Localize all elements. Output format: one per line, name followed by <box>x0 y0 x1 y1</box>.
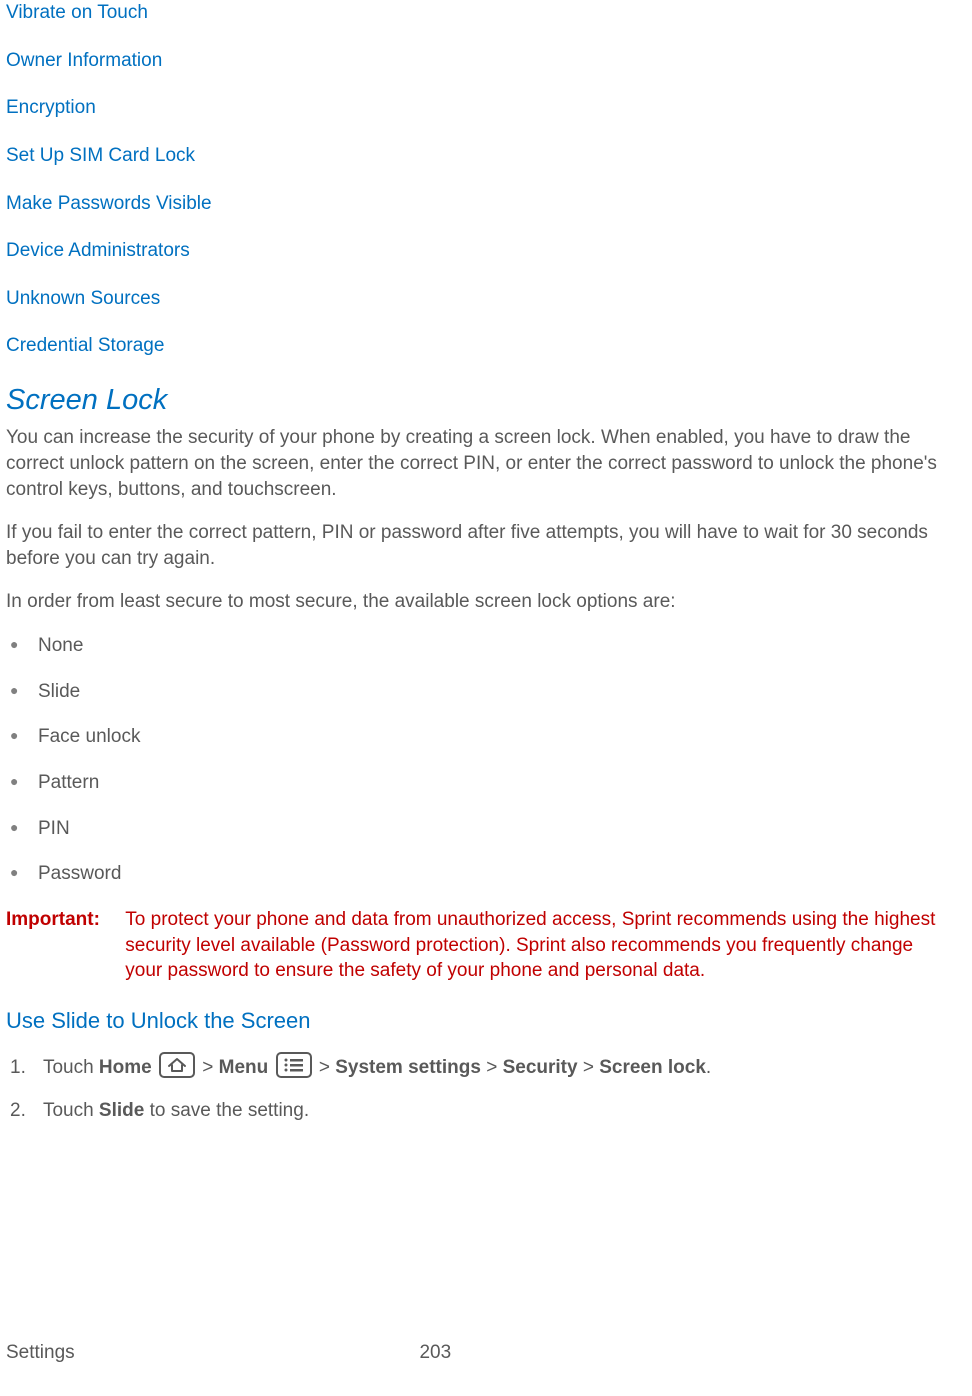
list-item: Password <box>38 861 966 887</box>
steps-list: Touch Home > Menu > System settings > Se… <box>6 1052 966 1124</box>
step1-menu: Menu <box>219 1057 269 1078</box>
section-heading-screen-lock: Screen Lock <box>6 381 966 420</box>
link-set-up-sim-card-lock[interactable]: Set Up SIM Card Lock <box>6 143 966 169</box>
link-make-passwords-visible[interactable]: Make Passwords Visible <box>6 191 966 217</box>
paragraph-2: If you fail to enter the correct pattern… <box>6 520 966 571</box>
list-item: Slide <box>38 679 966 705</box>
link-encryption[interactable]: Encryption <box>6 95 966 121</box>
lock-options-list: None Slide Face unlock Pattern PIN Passw… <box>6 633 966 887</box>
paragraph-1: You can increase the security of your ph… <box>6 425 966 502</box>
step1-gt2: > <box>319 1057 335 1078</box>
link-unknown-sources[interactable]: Unknown Sources <box>6 286 966 312</box>
menu-icon <box>276 1052 312 1078</box>
step1-period: . <box>706 1057 711 1078</box>
list-item: None <box>38 633 966 659</box>
footer-page-number: 203 <box>0 1340 886 1366</box>
step2-slide: Slide <box>99 1100 144 1121</box>
list-item: PIN <box>38 816 966 842</box>
step1-screen-lock: Screen lock <box>599 1057 706 1078</box>
step1-gt4: > <box>578 1057 600 1078</box>
important-note: Important: To protect your phone and dat… <box>6 907 966 984</box>
home-icon <box>159 1052 195 1078</box>
important-text: To protect your phone and data from unau… <box>125 907 955 984</box>
step1-system-settings: System settings <box>335 1057 481 1078</box>
link-owner-information[interactable]: Owner Information <box>6 48 966 74</box>
list-item: Pattern <box>38 770 966 796</box>
step1-home: Home <box>99 1057 152 1078</box>
step1-gt1: > <box>202 1057 218 1078</box>
page-footer: Settings 203 <box>6 1340 966 1366</box>
paragraph-3: In order from least secure to most secur… <box>6 589 966 615</box>
link-device-administrators[interactable]: Device Administrators <box>6 238 966 264</box>
link-vibrate-on-touch[interactable]: Vibrate on Touch <box>6 0 966 26</box>
link-credential-storage[interactable]: Credential Storage <box>6 333 966 359</box>
step-1: Touch Home > Menu > System settings > Se… <box>38 1052 966 1081</box>
step1-prefix: Touch <box>43 1057 99 1078</box>
step2-suffix: to save the setting. <box>144 1100 309 1121</box>
important-label: Important: <box>6 907 120 933</box>
sub-heading-use-slide: Use Slide to Unlock the Screen <box>6 1006 966 1036</box>
step1-gt3: > <box>481 1057 503 1078</box>
step-2: Touch Slide to save the setting. <box>38 1098 966 1124</box>
step2-prefix: Touch <box>43 1100 99 1121</box>
list-item: Face unlock <box>38 724 966 750</box>
step1-security: Security <box>503 1057 578 1078</box>
